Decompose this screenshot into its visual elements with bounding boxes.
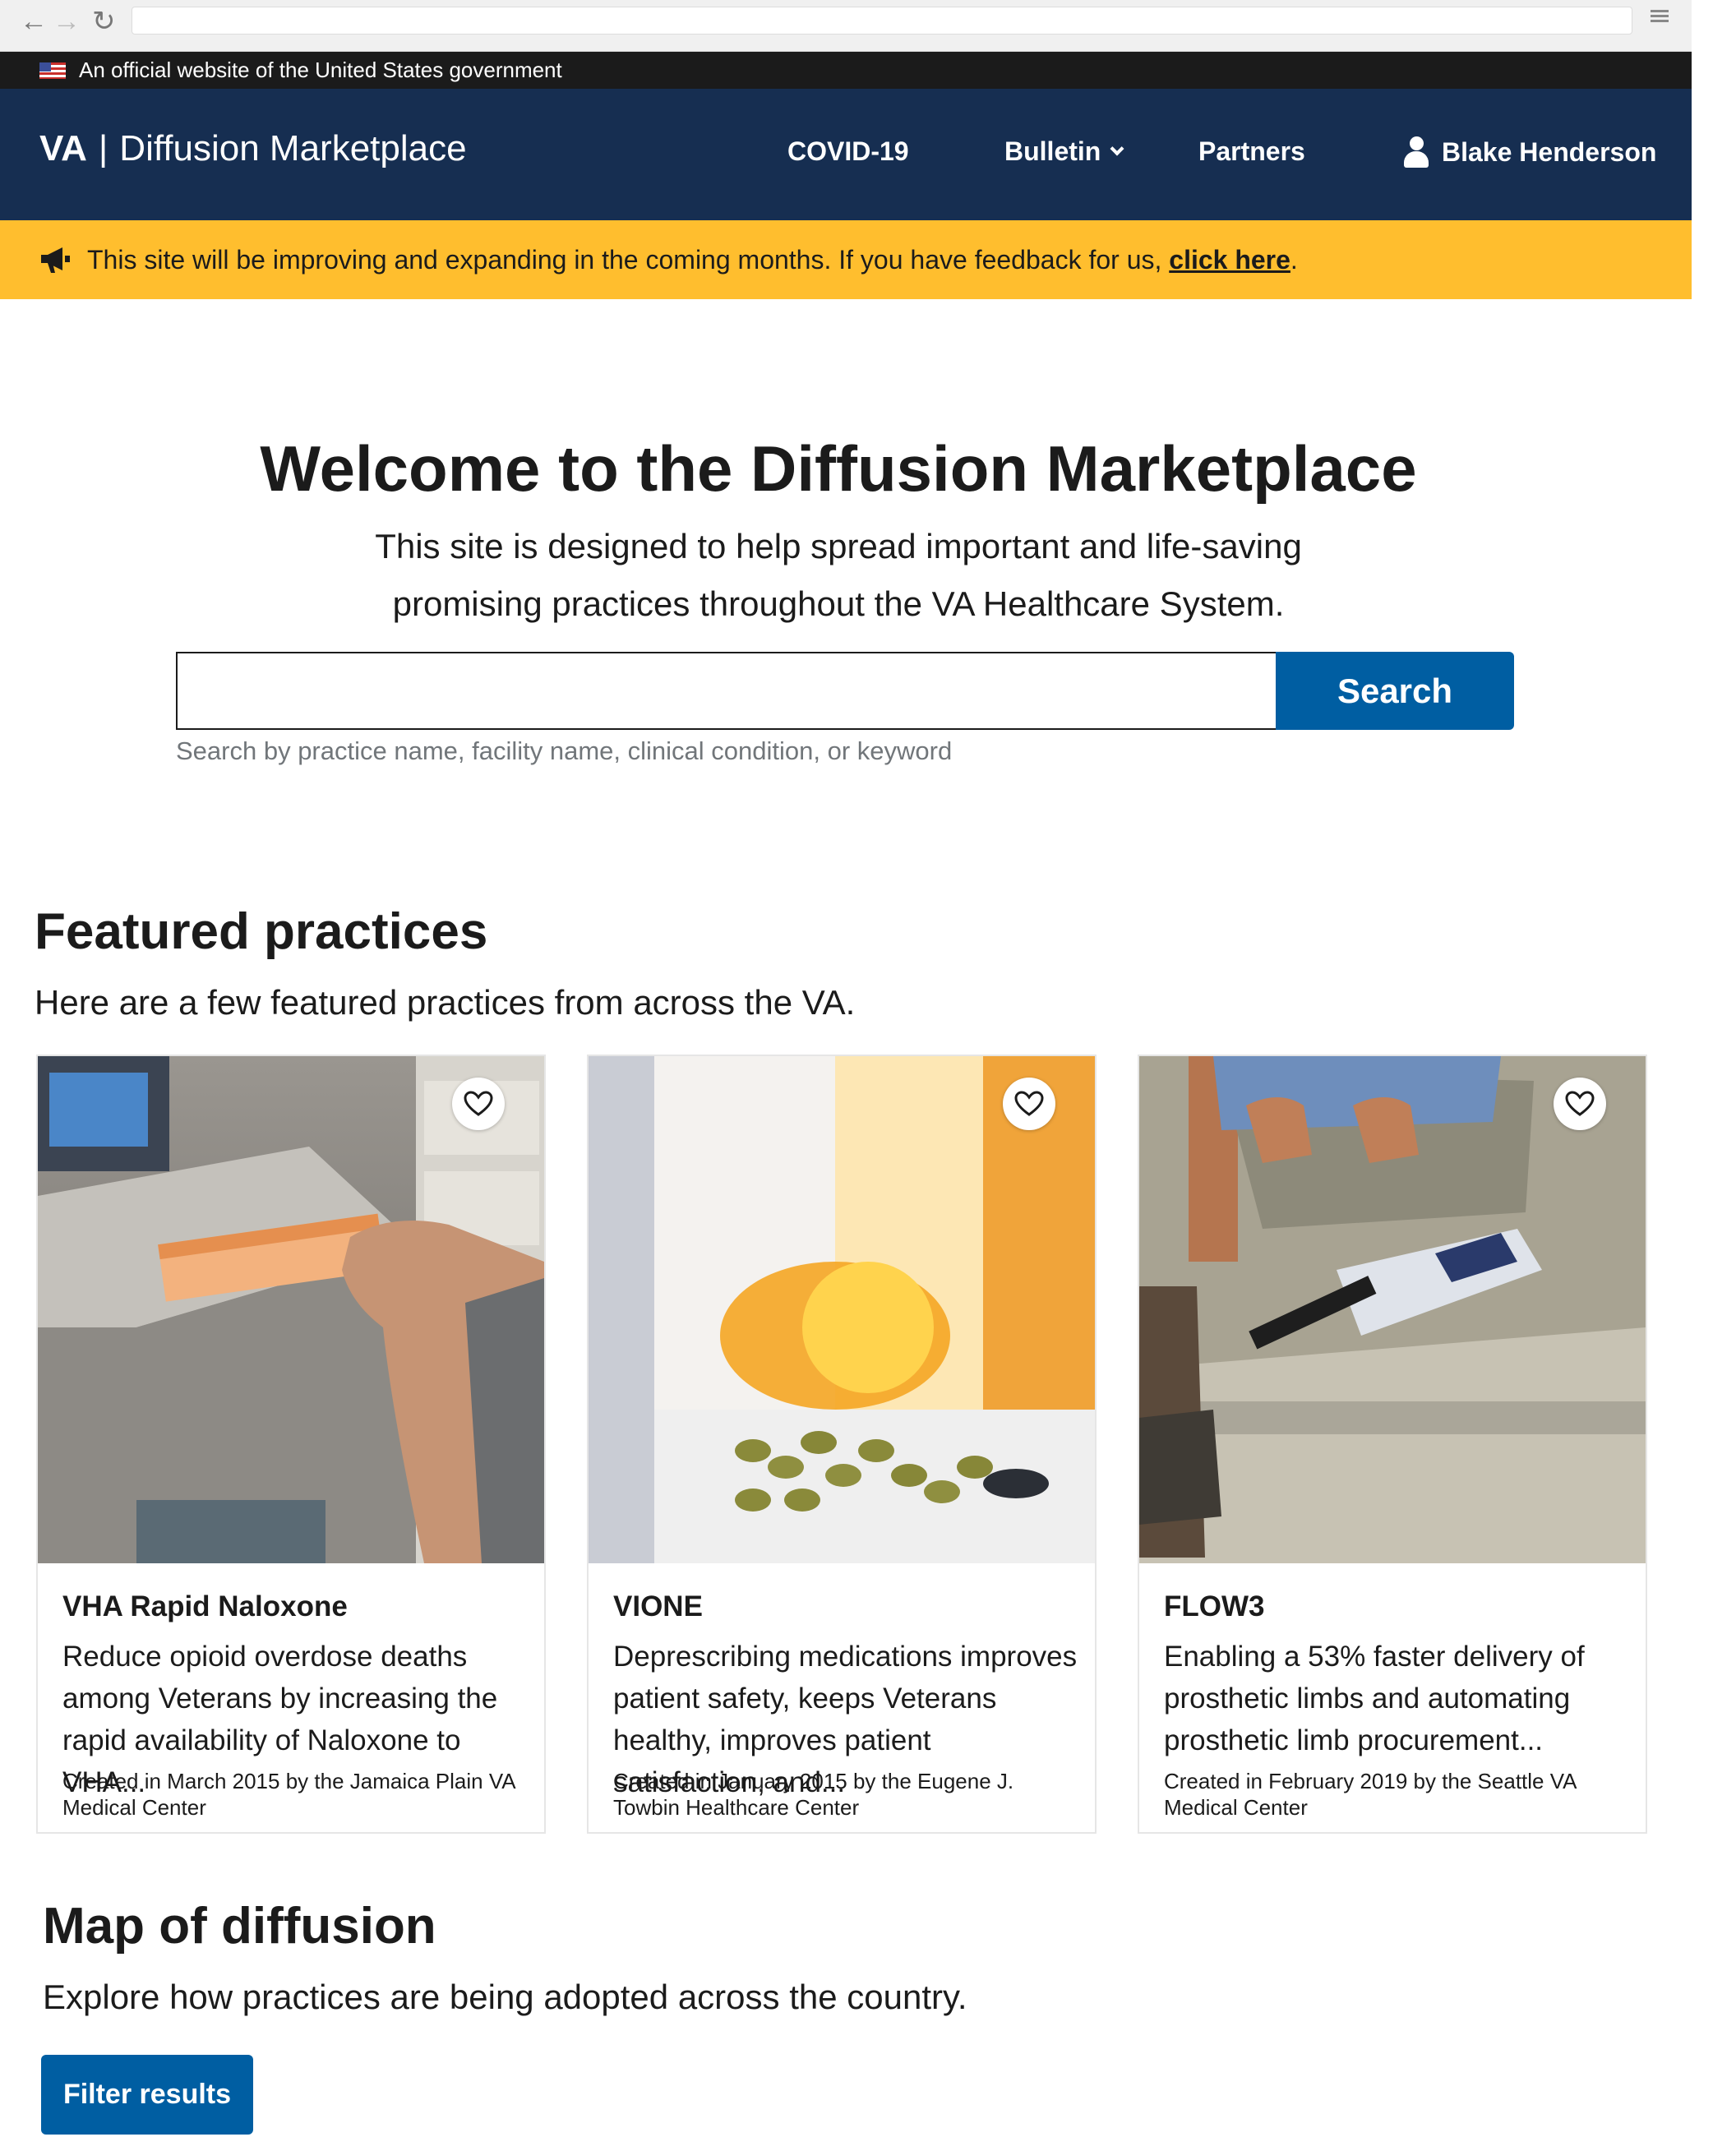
arrow-left-icon[interactable]: ←	[20, 7, 48, 36]
nav-partners[interactable]: Partners	[1198, 136, 1305, 167]
heart-icon[interactable]	[452, 1078, 505, 1130]
practice-card[interactable]: FLOW3 Enabling a 53% faster delivery of …	[1138, 1055, 1647, 1834]
feedback-link[interactable]: click here	[1169, 245, 1290, 275]
nav-bulletin-label: Bulletin	[1004, 136, 1101, 166]
user-name: Blake Henderson	[1442, 136, 1657, 167]
logo-va: VA	[39, 128, 87, 168]
hero-subtitle: This site is designed to help spread imp…	[375, 527, 1302, 623]
logo-separator: |	[98, 128, 108, 168]
search-hint: Search by practice name, facility name, …	[176, 736, 953, 765]
page-title: Welcome to the Diffusion Marketplace	[260, 432, 1417, 505]
map-title: Map of diffusion	[43, 1898, 436, 1955]
practice-card[interactable]: VHA Rapid Naloxone Reduce opioid overdos…	[36, 1055, 546, 1834]
feedback-alert: This site will be improving and expandin…	[0, 220, 1692, 299]
address-bar[interactable]	[132, 7, 1632, 35]
practice-card[interactable]: VIONE Deprescribing medications improves…	[587, 1055, 1097, 1834]
featured-subtitle: Here are a few featured practices from a…	[35, 983, 856, 1022]
map-subtitle: Explore how practices are being adopted …	[43, 1978, 967, 2016]
search-button[interactable]: Search	[1276, 652, 1514, 730]
alert-text: This site will be improving and expandin…	[87, 244, 1298, 275]
browser-toolbar: ← → ↻	[0, 0, 1692, 52]
user-menu[interactable]: Blake Henderson	[1404, 136, 1656, 168]
reload-icon[interactable]: ↻	[92, 7, 116, 36]
practice-image	[589, 1056, 1095, 1563]
heart-icon[interactable]	[1003, 1078, 1055, 1130]
user-icon	[1404, 136, 1429, 168]
chevron-down-icon	[1110, 141, 1124, 155]
site-header: VA | Diffusion Marketplace COVID-19 Bull…	[0, 89, 1692, 220]
arrow-right-icon[interactable]: →	[53, 7, 81, 36]
hamburger-icon[interactable]	[1651, 7, 1669, 25]
search-input[interactable]	[176, 652, 1277, 730]
us-flag-icon	[39, 62, 66, 79]
practice-description: Enabling a 53% faster delivery of prosth…	[1164, 1641, 1585, 1756]
nav-covid-19[interactable]: COVID-19	[787, 136, 909, 167]
filter-results-button[interactable]: Filter results	[41, 2055, 253, 2135]
heart-icon[interactable]	[1554, 1078, 1606, 1130]
logo-name: Diffusion Marketplace	[119, 128, 467, 168]
nav-bulletin[interactable]: Bulletin	[1004, 136, 1124, 167]
site-logo[interactable]: VA | Diffusion Marketplace	[39, 128, 467, 169]
practice-image	[38, 1056, 544, 1563]
featured-title: Featured practices	[35, 903, 488, 960]
gov-banner-text: An official website of the United States…	[79, 58, 562, 82]
practice-image	[1139, 1056, 1646, 1563]
megaphone-icon	[41, 247, 70, 273]
practice-meta: Created in March 2015 by the Jamaica Pla…	[62, 1769, 515, 1820]
practice-title[interactable]: VIONE	[613, 1590, 703, 1623]
practice-meta: Created in February 2019 by the Seattle …	[1164, 1769, 1577, 1820]
gov-banner: An official website of the United States…	[0, 52, 1692, 89]
practice-meta: Created in January 2015 by the Eugene J.…	[613, 1769, 1014, 1820]
practice-title[interactable]: VHA Rapid Naloxone	[62, 1590, 348, 1623]
practice-title[interactable]: FLOW3	[1164, 1590, 1264, 1623]
